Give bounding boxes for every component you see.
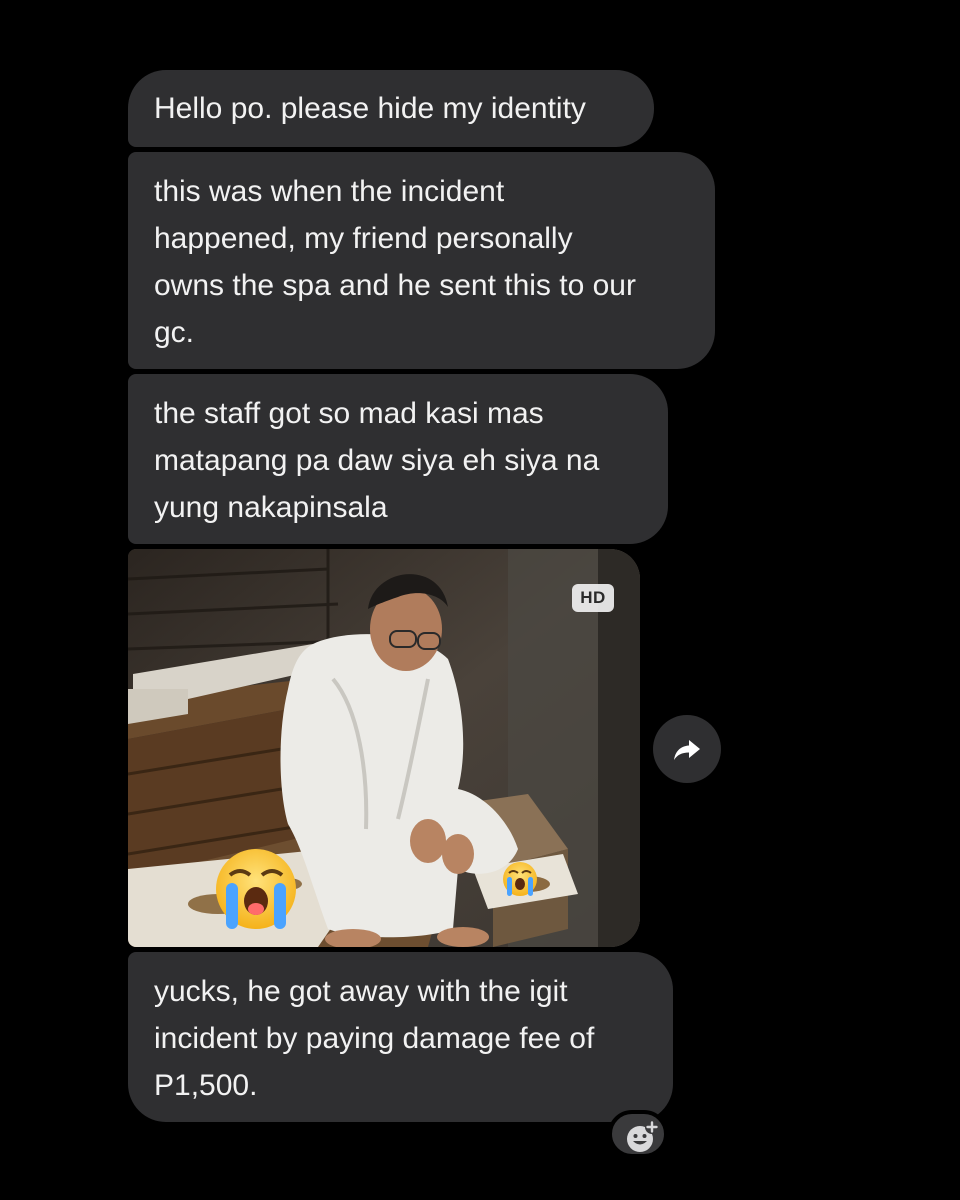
add-reaction-button[interactable] (608, 1110, 668, 1158)
message-bubble-1[interactable]: Hello po. please hide my identity (128, 70, 654, 147)
message-bubble-2[interactable]: this was when the incident happened, my … (128, 152, 715, 369)
message-text: P1,500. (154, 1069, 258, 1102)
loudly-crying-face-icon (503, 862, 537, 896)
forward-arrow-icon (674, 740, 700, 760)
forward-button[interactable] (653, 715, 721, 783)
message-text: matapang pa daw siya eh siya na (154, 444, 600, 477)
message-text: happened, my friend personally (154, 222, 573, 255)
message-text: Hello po. please hide my identity (154, 92, 586, 125)
message-text: yung nakapinsala (154, 491, 388, 524)
message-text: owns the spa and he sent this to our (154, 269, 636, 302)
message-text: this was when the incident (154, 175, 505, 208)
photo-attachment[interactable] (128, 549, 640, 947)
message-bubble-4[interactable]: yucks, he got away with the igit inciden… (128, 952, 673, 1122)
message-text: the staff got so mad kasi mas (154, 397, 544, 430)
photo-image (128, 549, 640, 947)
message-text: yucks, he got away with the igit (154, 975, 568, 1008)
loudly-crying-face-icon (216, 849, 296, 929)
message-text: gc. (154, 316, 195, 349)
hd-badge: HD (572, 584, 614, 612)
message-bubble-3[interactable]: the staff got so mad kasi mas matapang p… (128, 374, 668, 544)
message-text: incident by paying damage fee of (154, 1022, 595, 1055)
add-reaction-icon (627, 1120, 659, 1152)
